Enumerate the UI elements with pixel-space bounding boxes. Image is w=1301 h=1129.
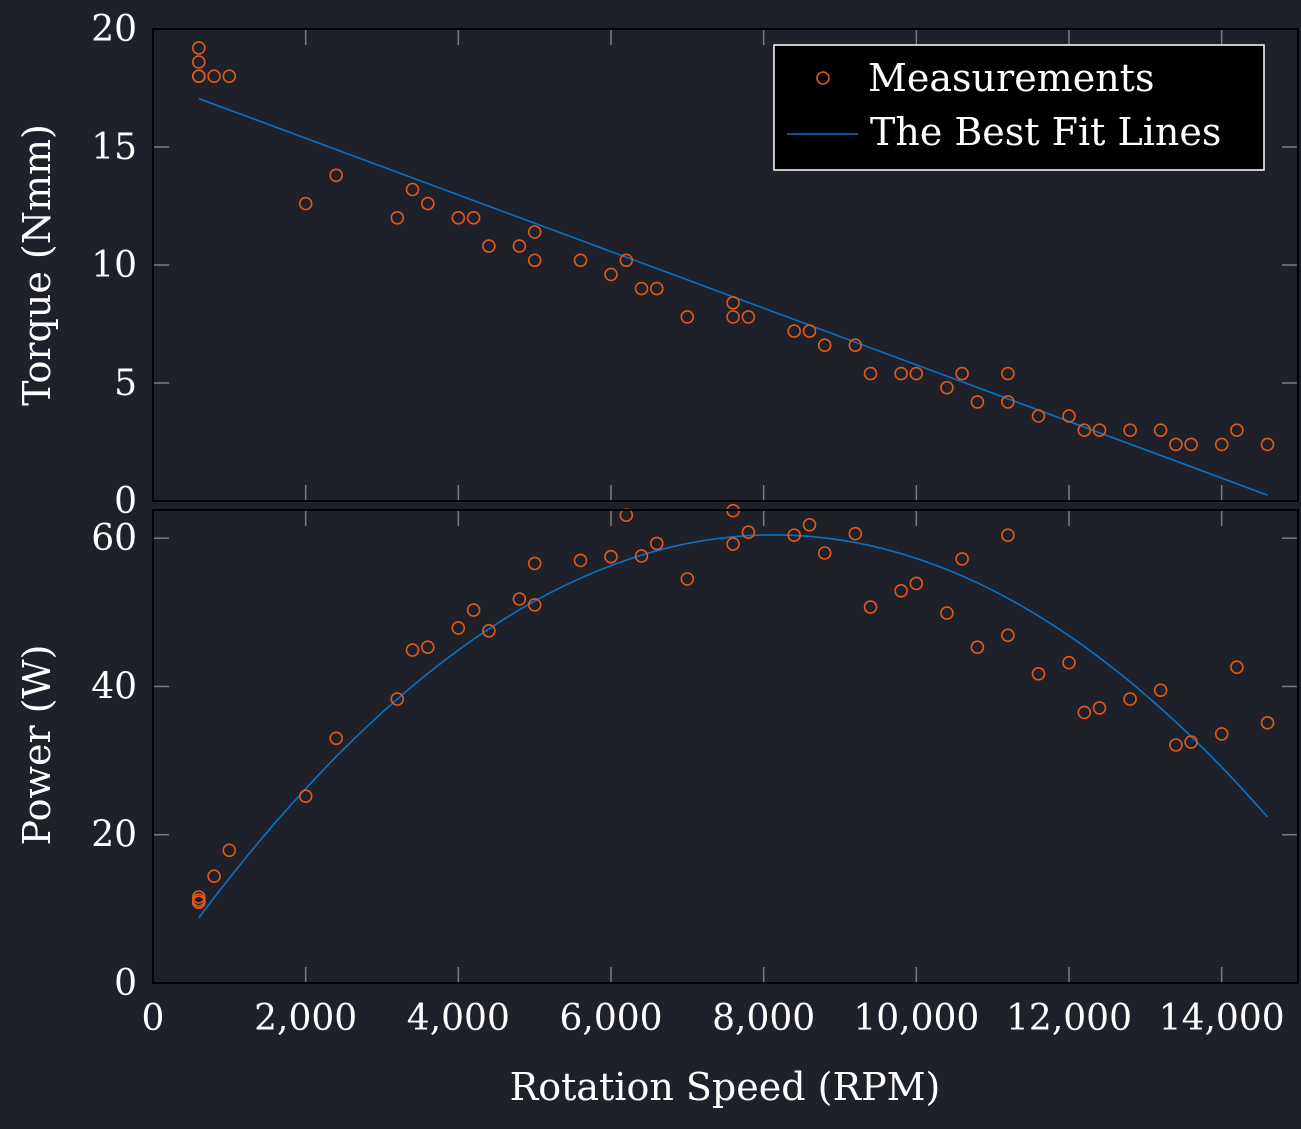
torque-y-tick-label: 20 [91,9,137,50]
x-tick-label: 8,000 [712,998,815,1039]
x-tick-label: 14,000 [1159,998,1285,1039]
legend-label-measurements: Measurements [868,56,1154,100]
x-tick-label: 0 [142,998,165,1039]
torque-y-tick-label: 15 [91,127,137,168]
torque-y-tick-label: 10 [91,245,137,286]
x-tick-labels: 0 2,000 4,000 6,000 8,000 10,000 12,000 14,000 [142,998,1285,1039]
legend-label-fit-lines: The Best Fit Lines [870,110,1221,154]
power-y-axis-title: Power (W) [15,645,59,846]
legend: Measurements The Best Fit Lines [773,44,1265,171]
x-axis-title: Rotation Speed (RPM) [510,1065,941,1109]
chart: 0 5 10 15 20 Torque (Nmm) 0 20 40 60 0 2,000 4,00… [0,0,1301,1129]
torque-y-tick-label: 5 [114,363,137,404]
x-tick-label: 2,000 [254,998,357,1039]
x-tick-label: 10,000 [853,998,979,1039]
x-tick-label: 6,000 [559,998,662,1039]
power-y-tick-label: 20 [91,815,137,856]
x-tick-label: 4,000 [407,998,510,1039]
torque-y-tick-label: 0 [114,481,137,522]
torque-y-axis-title: Torque (Nmm) [15,124,59,406]
x-tick-label: 12,000 [1006,998,1132,1039]
power-y-tick-label: 0 [114,963,137,1004]
power-y-tick-label: 40 [91,666,137,707]
power-y-tick-label: 60 [91,518,137,559]
